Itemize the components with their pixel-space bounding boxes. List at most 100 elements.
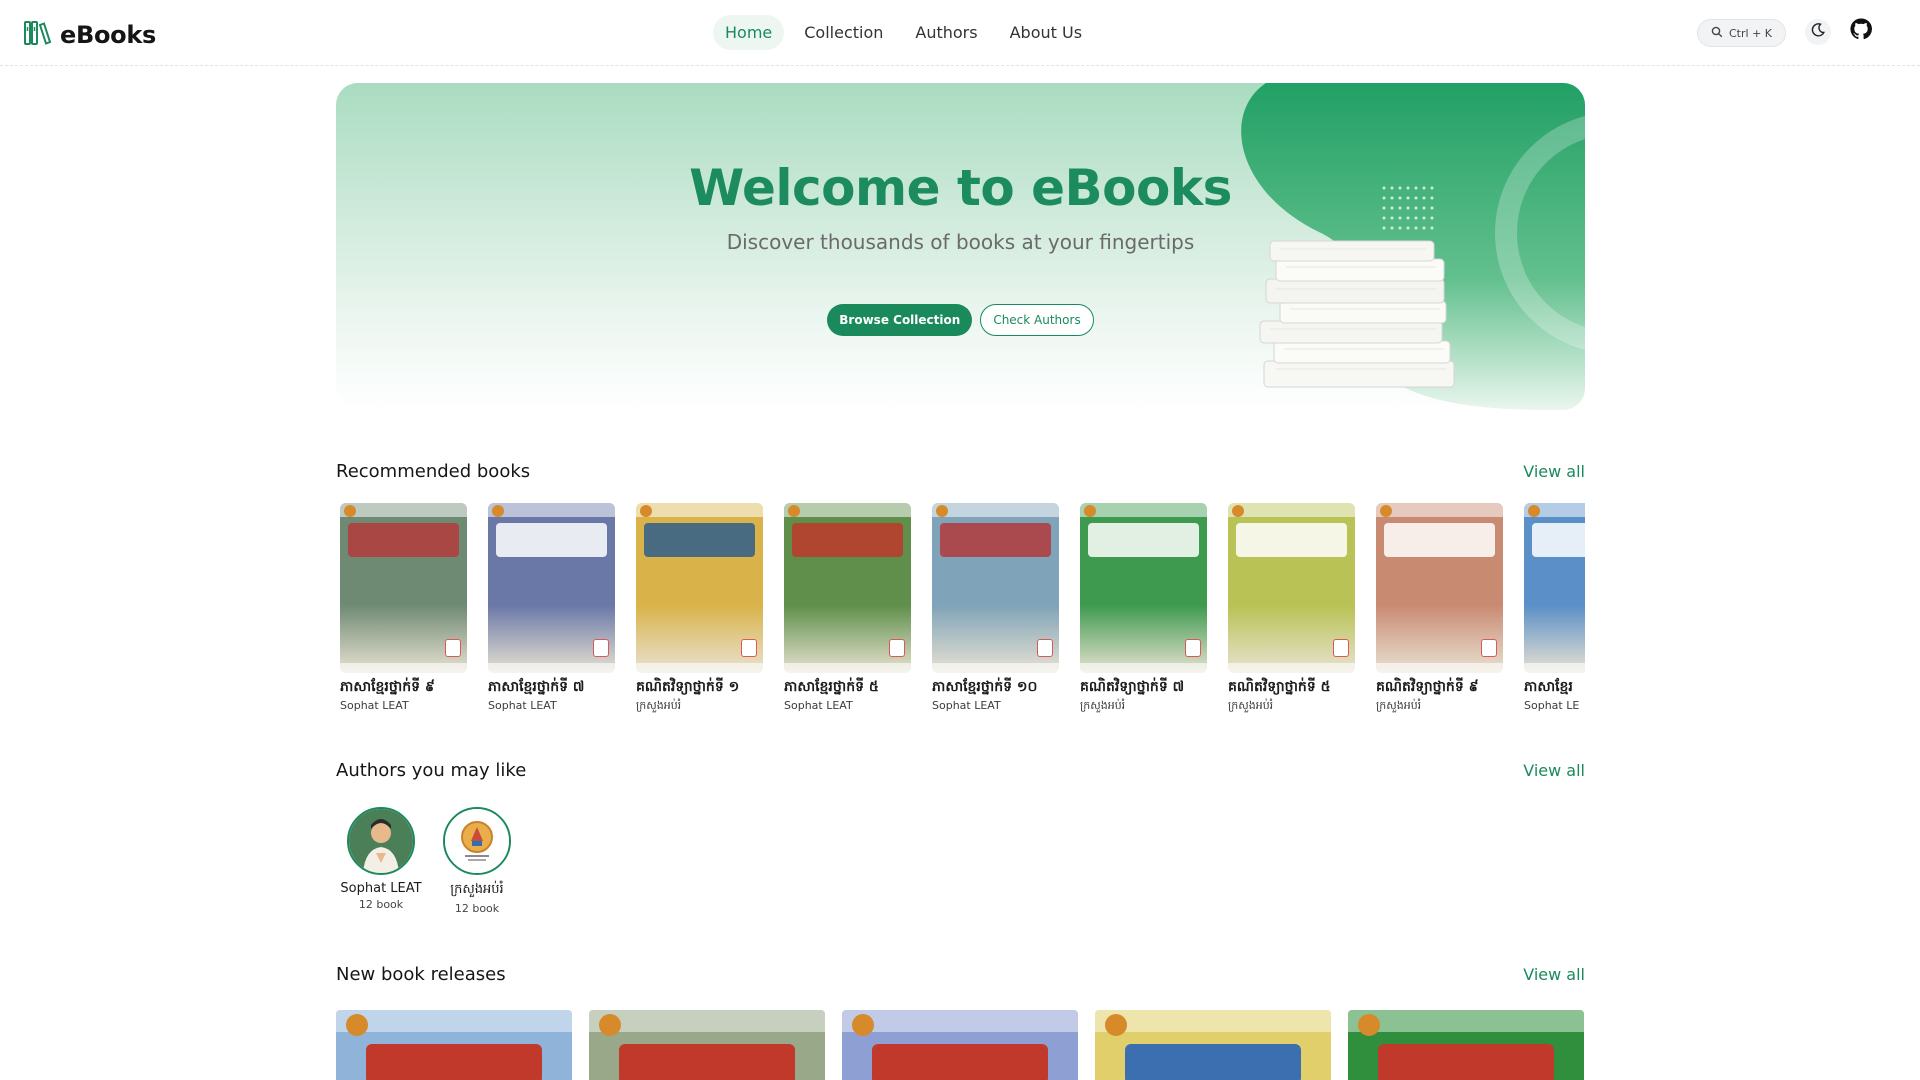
grade-badge-icon [889, 639, 905, 657]
authors-title: Authors you may like [336, 760, 527, 781]
book-author: ក្រសួងអប់រំ [1376, 699, 1422, 712]
cover-footer-band [488, 663, 615, 673]
check-authors-button[interactable]: Check Authors [980, 304, 1094, 336]
nav-collection[interactable]: Collection [792, 15, 895, 50]
top-navigation-bar: eBooks Home Collection Authors About Us … [0, 0, 1920, 66]
new-release-cover[interactable] [336, 1010, 572, 1080]
book-cover [1376, 503, 1503, 673]
cover-header-band [784, 503, 911, 517]
book-cover [784, 503, 911, 673]
hero-title: Welcome to eBooks [689, 159, 1232, 217]
browse-collection-button[interactable]: Browse Collection [827, 304, 973, 336]
cover-header-band [1348, 1010, 1584, 1032]
github-link[interactable] [1847, 17, 1875, 45]
recommended-books-track: ភាសាខ្មែរថ្នាក់ទី ៩ Sophat LEAT ភាសាខ្មែរថ… [340, 503, 1585, 715]
search-button[interactable]: Ctrl + K [1697, 19, 1786, 47]
hero-banner: Welcome to eBooks Discover thousands of … [336, 83, 1585, 410]
books-logo-icon [22, 18, 52, 52]
hero-actions: Browse Collection Check Authors [336, 304, 1585, 336]
cover-title-art [366, 1044, 542, 1080]
cover-header-band [932, 503, 1059, 517]
book-title: ភាសាខ្មែរថ្នាក់ទី ៩ [340, 679, 435, 695]
new-releases-title: New book releases [336, 964, 506, 985]
author-card[interactable]: ក្រសួងអប់រំ 12 book [436, 807, 518, 915]
book-title: គណិតវិទ្យាថ្នាក់ទី ៥ [1228, 679, 1331, 695]
new-release-cover[interactable] [1348, 1010, 1584, 1080]
nav-home[interactable]: Home [713, 15, 785, 50]
cover-header-band [1095, 1010, 1331, 1032]
book-card[interactable]: ភាសាខ្មែរថ្នាក់ទី ៥ Sophat LEAT [784, 503, 911, 715]
brand[interactable]: eBooks [22, 18, 156, 52]
cover-header-band [488, 503, 615, 517]
cover-title-art [792, 523, 903, 557]
cover-title-art [1125, 1044, 1301, 1080]
cover-header-band [589, 1010, 825, 1032]
book-card[interactable]: ភាសាខ្មែរថ្នាក់ទី ១០ Sophat LEAT [932, 503, 1059, 715]
author-book-count: 12 book [358, 898, 404, 911]
new-release-cover[interactable] [1095, 1010, 1331, 1080]
cover-title-art [1384, 523, 1495, 557]
new-release-cover[interactable] [842, 1010, 1078, 1080]
nav-authors[interactable]: Authors [903, 15, 989, 50]
cover-footer-band [1080, 663, 1207, 673]
cover-header-band [336, 1010, 572, 1032]
book-title: ភាសាខ្មែរ [1524, 679, 1573, 695]
book-card[interactable]: ភាសាខ្មែរថ្នាក់ទី ៧ Sophat LEAT [488, 503, 615, 715]
recommended-header: Recommended books View all [336, 461, 1585, 482]
book-author: Sophat LEAT [784, 699, 853, 712]
author-card[interactable]: Sophat LEAT 12 book [340, 807, 422, 915]
book-card[interactable]: គណិតវិទ្យាថ្នាក់ទី ៩ក្រសួងអប់រំ [1376, 503, 1503, 715]
book-card[interactable]: ភាសាខ្មែរថ្នាក់ទី ៩ Sophat LEAT [340, 503, 467, 715]
book-author: ក្រសួងអប់រំ [636, 699, 682, 712]
authors-view-all-link[interactable]: View all [1523, 761, 1585, 780]
book-card[interactable]: គណិតវិទ្យាថ្នាក់ទី ១ក្រសួងអប់រំ [636, 503, 763, 715]
new-releases-view-all-link[interactable]: View all [1523, 965, 1585, 984]
ministry-seal-icon [492, 505, 504, 517]
authors-list: Sophat LEAT 12 book ក្រសួងអប់រំ 12 book [340, 807, 518, 915]
cover-header-band [1080, 503, 1207, 517]
ministry-seal-icon [640, 505, 652, 517]
book-cover [636, 503, 763, 673]
book-author: ក្រសួងអប់រំ [1228, 699, 1274, 712]
recommended-view-all-link[interactable]: View all [1523, 462, 1585, 481]
author-avatar [347, 807, 415, 875]
author-name: ក្រសួងអប់រំ [450, 882, 504, 897]
author-book-count: 12 book [454, 902, 500, 915]
cover-header-band [1376, 503, 1503, 517]
theme-toggle-button[interactable] [1805, 19, 1831, 45]
grade-badge-icon [741, 639, 757, 657]
cover-title-art [872, 1044, 1048, 1080]
cover-title-art [1378, 1044, 1554, 1080]
book-author: Sophat LEAT [340, 699, 409, 712]
cover-title-art [496, 523, 607, 557]
cover-header-band [1228, 503, 1355, 517]
hero-subtitle: Discover thousands of books at your fing… [726, 230, 1195, 254]
author-name: Sophat LEAT [340, 881, 422, 896]
grade-badge-icon [1333, 639, 1349, 657]
search-icon [1711, 26, 1723, 41]
nav-about-us[interactable]: About Us [998, 15, 1094, 50]
ministry-seal-icon [1380, 505, 1392, 517]
recommended-books-carousel[interactable]: ភាសាខ្មែរថ្នាក់ទី ៩ Sophat LEAT ភាសាខ្មែរថ… [336, 503, 1585, 718]
cover-title-art [348, 523, 459, 557]
cover-title-art [1088, 523, 1199, 557]
book-card[interactable]: គណិតវិទ្យាថ្នាក់ទី ៥ក្រសួងអប់រំ [1228, 503, 1355, 715]
new-releases-header: New book releases View all [336, 964, 1585, 985]
cover-header-band [842, 1010, 1078, 1032]
cover-header-band [340, 503, 467, 517]
book-cover [1524, 503, 1585, 673]
book-card[interactable]: ភាសាខ្មែរ Sophat LE [1524, 503, 1585, 715]
cover-footer-band [1376, 663, 1503, 673]
ministry-seal-icon [1084, 505, 1096, 517]
author-avatar [443, 807, 511, 875]
cover-title-art [619, 1044, 795, 1080]
book-card[interactable]: គណិតវិទ្យាថ្នាក់ទី ៧ក្រសួងអប់រំ [1080, 503, 1207, 715]
brand-name: eBooks [60, 21, 156, 49]
book-title: គណិតវិទ្យាថ្នាក់ទី ៩ [1376, 679, 1479, 695]
ministry-seal-icon [1528, 505, 1540, 517]
new-release-cover[interactable] [589, 1010, 825, 1080]
book-cover [932, 503, 1059, 673]
grade-badge-icon [593, 639, 609, 657]
book-cover [1080, 503, 1207, 673]
ministry-seal-icon [599, 1014, 621, 1036]
